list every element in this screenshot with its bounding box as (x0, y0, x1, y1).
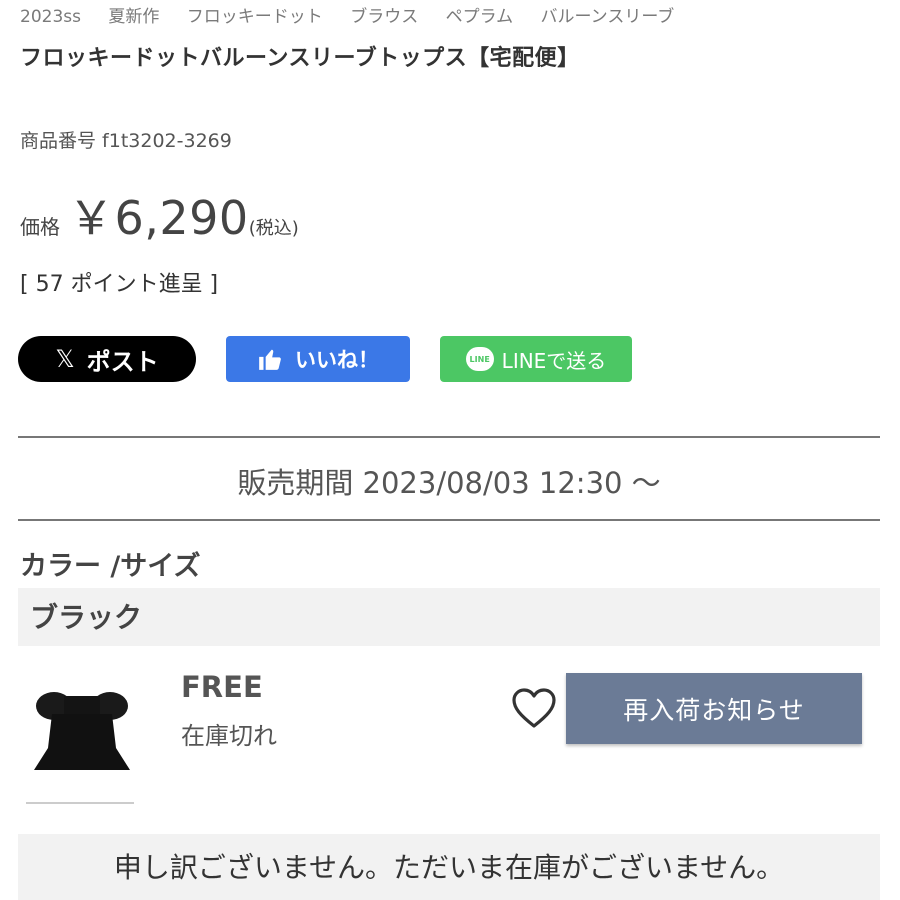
tag-link[interactable]: 夏新作 (108, 7, 159, 27)
price-label: 価格 (20, 215, 60, 239)
product-title: フロッキードットバルーンスリーブトップス【宅配便】 (20, 46, 580, 71)
sale-period: 販売期間 2023/08/03 12:30 〜 (237, 466, 661, 500)
x-logo-icon: 𝕏 (55, 345, 75, 373)
tag-link[interactable]: フロッキードット (187, 7, 323, 27)
line-share-button[interactable]: LINE LINEで送る (440, 336, 632, 382)
points-note: [ 57 ポイント進呈 ] (20, 272, 219, 297)
product-thumbnail (22, 680, 142, 810)
variant-color-bar (18, 588, 880, 646)
thumbs-up-icon (257, 346, 283, 372)
x-post-label: ポスト (86, 347, 159, 376)
out-of-stock-message: 申し訳ございません。ただいま在庫がございません。 (113, 851, 785, 884)
size-label: FREE (181, 670, 263, 704)
tag-link[interactable]: ブラウス (350, 7, 418, 27)
stock-status: 在庫切れ (181, 722, 277, 750)
line-logo-icon: LINE (465, 347, 494, 371)
x-post-button[interactable]: 𝕏 ポスト (18, 336, 196, 382)
facebook-like-button[interactable]: いいね！ (226, 336, 410, 382)
tag-link[interactable]: バルーンスリーブ (541, 7, 675, 27)
tax-note: (税込) (248, 218, 299, 239)
line-share-label: LINEで送る (501, 348, 607, 373)
price-value: ￥6,290 (68, 191, 249, 245)
variant-color-name: ブラック (30, 601, 143, 634)
tag-list: 2023ss 夏新作 フロッキードット ブラウス ペプラム バルーンスリーブ (20, 2, 696, 27)
price-row: 価格 ￥6,290(税込) (20, 182, 299, 248)
divider (18, 436, 880, 438)
restock-notify-button[interactable]: 再入荷お知らせ (566, 673, 862, 744)
variant-heading: カラー /サイズ (20, 551, 201, 582)
product-code: 商品番号 f1t3202-3269 (20, 130, 232, 152)
divider (18, 519, 880, 521)
facebook-like-label: いいね！ (295, 348, 379, 372)
tag-link[interactable]: 2023ss (20, 7, 81, 27)
heart-icon[interactable] (510, 686, 558, 730)
tag-link[interactable]: ペプラム (446, 7, 514, 27)
